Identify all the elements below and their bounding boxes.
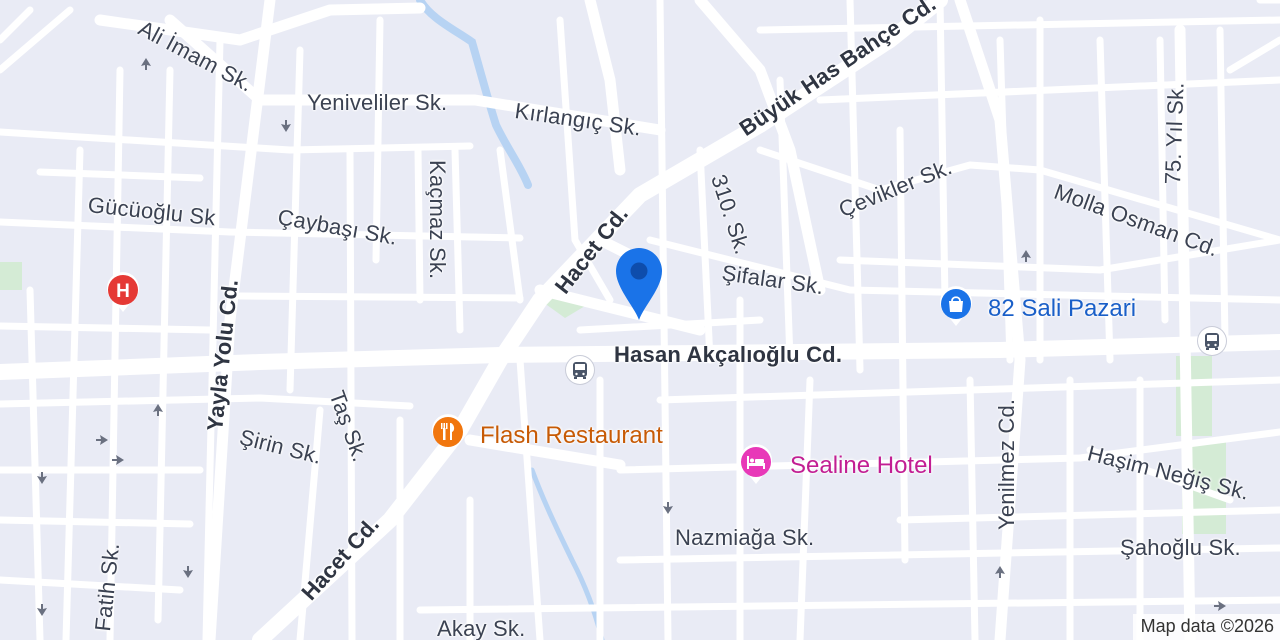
one-way-arrow-icon: [37, 604, 47, 616]
one-way-arrow-icon: [153, 404, 163, 416]
location-pin-icon[interactable]: [612, 244, 666, 322]
one-way-arrow-icon: [281, 120, 291, 132]
hospital-icon: H: [116, 281, 130, 302]
street-label-yenilmez: Yenilmez Cd.: [994, 398, 1019, 530]
market-label[interactable]: 82 Sali Pazari: [988, 297, 1136, 321]
bus-icon: [573, 362, 587, 379]
bus-stop[interactable]: [1198, 327, 1226, 355]
market-pin[interactable]: [938, 286, 974, 328]
map-canvas[interactable]: Ali İmam Sk. Yeniveliler Sk. Kırlangıç S…: [0, 0, 1280, 640]
street-label-kacmaz: Kaçmaz Sk.: [425, 160, 450, 280]
one-way-arrow-icon: [96, 435, 108, 445]
one-way-arrow-icon: [112, 455, 124, 465]
street-label-hasan-akcalioglu: Hasan Akçalıoğlu Cd.: [614, 342, 843, 367]
street-label-nazmiaga: Nazmiağa Sk.: [675, 525, 815, 550]
street-label-yeniveliler: Yeniveliler Sk.: [307, 90, 448, 115]
street-label-75-yil: 75. Yıl Sk.: [1160, 81, 1189, 185]
map-attribution: Map data ©2026: [1132, 614, 1280, 640]
street-label-akay: Akay Sk.: [437, 616, 526, 640]
one-way-arrow-icon: [141, 58, 151, 70]
one-way-arrow-icon: [183, 566, 193, 578]
stream: [529, 467, 605, 640]
hospital-pin[interactable]: H: [105, 272, 141, 314]
bus-icon: [1205, 333, 1219, 350]
restaurant-pin[interactable]: [430, 414, 466, 456]
park-area: [0, 262, 22, 290]
restaurant-label[interactable]: Flash Restaurant: [480, 424, 663, 448]
one-way-arrow-icon: [1021, 250, 1031, 262]
one-way-arrow-icon: [37, 472, 47, 484]
hotel-label[interactable]: Sealine Hotel: [790, 454, 933, 478]
hotel-pin[interactable]: [738, 444, 774, 486]
one-way-arrow-icon: [1214, 601, 1226, 611]
one-way-arrow-icon: [663, 502, 673, 514]
street-label-sahoglu: Şahoğlu Sk.: [1120, 535, 1241, 560]
bus-stop[interactable]: [566, 356, 594, 384]
one-way-arrow-icon: [995, 566, 1005, 578]
